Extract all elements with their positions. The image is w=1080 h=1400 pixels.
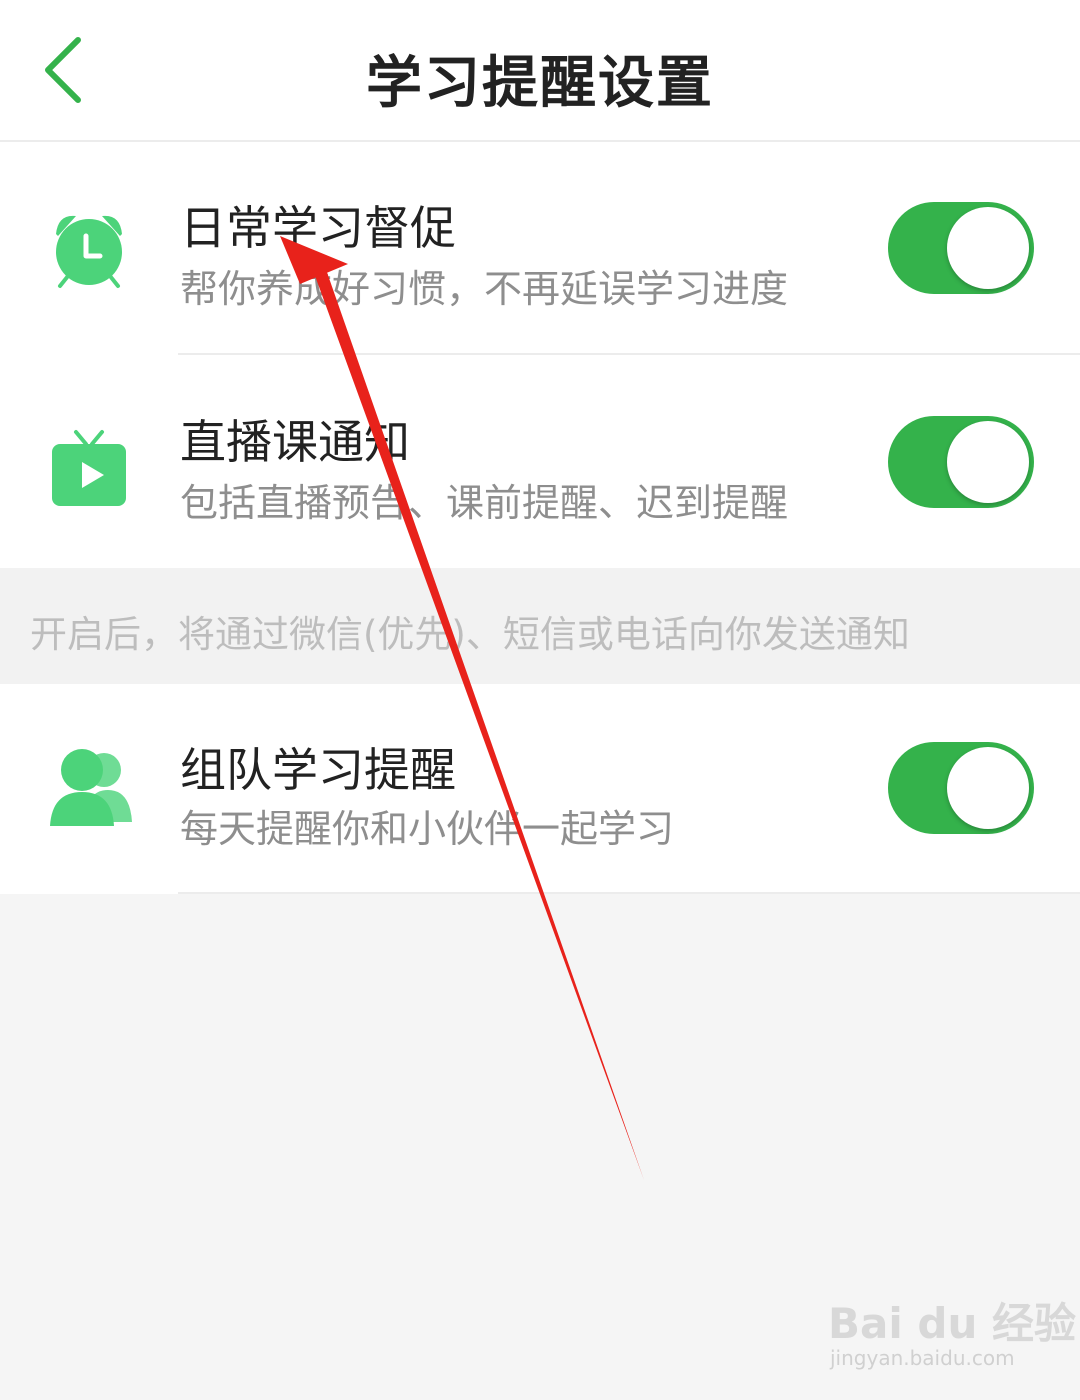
setting-row-team: 组队学习提醒 每天提醒你和小伙伴一起学习 — [0, 684, 1080, 892]
tv-play-icon — [46, 424, 132, 510]
toggle-team[interactable] — [888, 742, 1034, 834]
setting-title-daily: 日常学习督促 — [180, 201, 456, 255]
setting-desc-team: 每天提醒你和小伙伴一起学习 — [180, 807, 675, 851]
notice-text: 开启后，将通过微信(优先)、短信或电话向你发送通知 — [30, 613, 910, 656]
setting-row-live: 直播课通知 包括直播预告、课前提醒、迟到提醒 — [0, 356, 1080, 568]
header-bar: 学习提醒设置 — [0, 0, 1080, 142]
notice-bar: 开启后，将通过微信(优先)、短信或电话向你发送通知 — [0, 568, 1080, 684]
row-divider — [178, 353, 1080, 355]
setting-title-team: 组队学习提醒 — [180, 743, 456, 797]
baidu-watermark: Bai du 经验 jingyan.baidu.com — [828, 1290, 1076, 1385]
toggle-live[interactable] — [888, 416, 1034, 508]
toggle-knob — [947, 207, 1029, 289]
toggle-knob — [947, 747, 1029, 829]
row-divider — [178, 892, 1080, 894]
setting-desc-live: 包括直播预告、课前提醒、迟到提醒 — [180, 481, 789, 525]
settings-group-team: 组队学习提醒 每天提醒你和小伙伴一起学习 — [0, 684, 1080, 894]
toggle-knob — [947, 421, 1029, 503]
watermark-logo: Bai du 经验 — [828, 1299, 1076, 1348]
users-icon — [46, 744, 136, 830]
setting-desc-daily: 帮你养成好习惯，不再延误学习进度 — [180, 267, 789, 311]
setting-row-daily: 日常学习督促 帮你养成好习惯，不再延误学习进度 — [0, 142, 1080, 354]
watermark-url: jingyan.baidu.com — [830, 1346, 1015, 1370]
alarm-clock-icon — [46, 206, 132, 292]
toggle-daily[interactable] — [888, 202, 1034, 294]
page-title: 学习提醒设置 — [366, 51, 714, 116]
settings-group-main: 日常学习督促 帮你养成好习惯，不再延误学习进度 直播课通知 包括直播预告、课前提… — [0, 142, 1080, 568]
setting-title-live: 直播课通知 — [180, 415, 410, 469]
